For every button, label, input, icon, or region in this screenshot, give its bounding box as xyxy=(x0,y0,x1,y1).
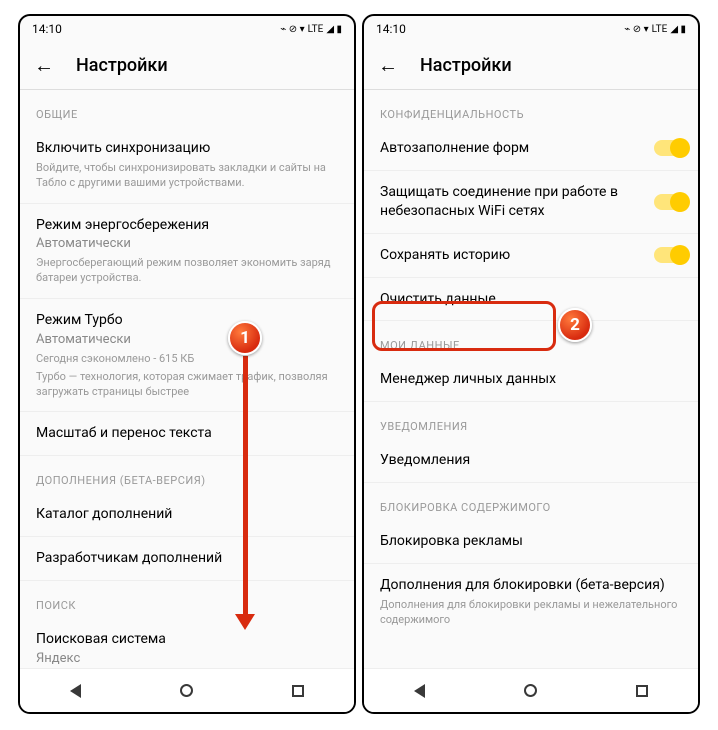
app-header: ← Настройки xyxy=(20,42,354,90)
section-mydata: МОИ ДАННЫЕ xyxy=(364,321,698,358)
setting-notifications[interactable]: Уведомления xyxy=(364,439,698,483)
page-title: Настройки xyxy=(76,55,168,76)
status-icons: ⌁ ⊘ ▾ LTE ◢ ▮ xyxy=(624,24,686,35)
status-bar: 14:10 ⌁ ⊘ ▾ LTE ◢ ▮ xyxy=(364,16,698,42)
toggle-save-history[interactable] xyxy=(654,247,688,263)
section-general: ОБЩИЕ xyxy=(20,90,354,127)
section-content-blocking: БЛОКИРОВКА СОДЕРЖИМОГО xyxy=(364,483,698,520)
setting-search-engine[interactable]: Поисковая система Яндекс xyxy=(20,618,354,668)
annotation-arrow-line xyxy=(243,356,248,619)
setting-protect-wifi[interactable]: Защищать соединение при работе в небезоп… xyxy=(364,171,698,234)
setting-turbo[interactable]: Режим Турбо Автоматически Сегодня сэконо… xyxy=(20,299,354,412)
phone-screen-left: 14:10 ⌁ ⊘ ▾ LTE ◢ ▮ ← Настройки ОБЩИЕ Вк… xyxy=(18,14,356,714)
nav-back-icon[interactable] xyxy=(414,684,425,698)
status-time: 14:10 xyxy=(376,22,406,36)
setting-blocking-addons[interactable]: Дополнения для блокировки (бета-версия) … xyxy=(364,564,698,640)
nav-home-icon[interactable] xyxy=(180,684,193,697)
phone-screen-right: 14:10 ⌁ ⊘ ▾ LTE ◢ ▮ ← Настройки КОНФИДЕН… xyxy=(362,14,700,714)
setting-addons-catalog[interactable]: Каталог дополнений xyxy=(20,493,354,537)
setting-save-history[interactable]: Сохранять историю xyxy=(364,234,698,278)
setting-power-saving[interactable]: Режим энергосбережения Автоматически Эне… xyxy=(20,204,354,299)
page-title: Настройки xyxy=(420,55,512,76)
back-icon[interactable]: ← xyxy=(376,54,400,78)
setting-addons-devs[interactable]: Разработчикам дополнений xyxy=(20,537,354,581)
status-time: 14:10 xyxy=(32,22,62,36)
setting-sync[interactable]: Включить синхронизацию Войдите, чтобы си… xyxy=(20,127,354,204)
section-privacy: КОНФИДЕНЦИАЛЬНОСТЬ xyxy=(364,90,698,127)
setting-autofill[interactable]: Автозаполнение форм xyxy=(364,127,698,171)
settings-content[interactable]: КОНФИДЕНЦИАЛЬНОСТЬ Автозаполнение форм З… xyxy=(364,90,698,668)
setting-personal-data-manager[interactable]: Менеджер личных данных xyxy=(364,358,698,402)
section-addons: ДОПОЛНЕНИЯ (БЕТА-ВЕРСИЯ) xyxy=(20,456,354,493)
annotation-marker-2: 2 xyxy=(558,308,592,342)
status-icons: ⌁ ⊘ ▾ LTE ◢ ▮ xyxy=(280,24,342,35)
section-search: ПОИСК xyxy=(20,581,354,618)
setting-clear-data[interactable]: Очистить данные xyxy=(364,278,698,322)
app-header: ← Настройки xyxy=(364,42,698,90)
toggle-protect-wifi[interactable] xyxy=(654,194,688,210)
android-nav-bar xyxy=(20,668,354,712)
setting-ad-blocking[interactable]: Блокировка рекламы xyxy=(364,520,698,564)
back-icon[interactable]: ← xyxy=(32,54,56,78)
annotation-arrow-head xyxy=(235,614,255,630)
nav-back-icon[interactable] xyxy=(70,684,81,698)
nav-recent-icon[interactable] xyxy=(292,685,304,697)
nav-recent-icon[interactable] xyxy=(636,685,648,697)
toggle-autofill[interactable] xyxy=(654,140,688,156)
annotation-marker-1: 1 xyxy=(228,321,262,355)
setting-scale-text[interactable]: Масштаб и перенос текста xyxy=(20,412,354,456)
settings-content[interactable]: ОБЩИЕ Включить синхронизацию Войдите, чт… xyxy=(20,90,354,668)
android-nav-bar xyxy=(364,668,698,712)
nav-home-icon[interactable] xyxy=(524,684,537,697)
section-notifications: УВЕДОМЛЕНИЯ xyxy=(364,402,698,439)
status-bar: 14:10 ⌁ ⊘ ▾ LTE ◢ ▮ xyxy=(20,16,354,42)
